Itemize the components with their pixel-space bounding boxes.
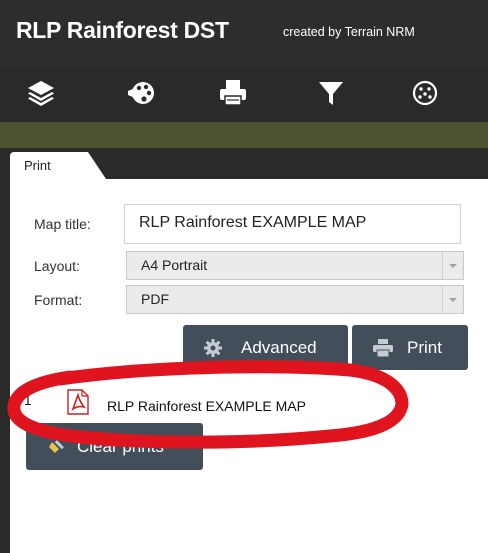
- palette-icon[interactable]: [124, 76, 158, 110]
- gear-icon: [204, 338, 222, 357]
- layout-select[interactable]: A4 Portrait: [126, 251, 464, 280]
- tab-print[interactable]: Print: [10, 152, 106, 179]
- chart-icon[interactable]: [408, 76, 442, 110]
- printer-icon[interactable]: [216, 76, 250, 110]
- chevron-down-icon[interactable]: [442, 252, 463, 279]
- layout-select-value: A4 Portrait: [141, 257, 208, 273]
- broom-icon: [49, 438, 67, 456]
- printer-icon: [373, 338, 393, 357]
- print-result-index: 1: [24, 393, 32, 408]
- print-result-link[interactable]: RLP Rainforest EXAMPLE MAP: [107, 398, 306, 414]
- advanced-button[interactable]: Advanced: [183, 325, 348, 370]
- clear-prints-label: Clear prints: [77, 436, 164, 456]
- print-button[interactable]: Print: [352, 325, 468, 370]
- filter-icon[interactable]: [314, 76, 348, 110]
- layers-icon[interactable]: [24, 76, 58, 110]
- advanced-button-label: Advanced: [241, 337, 317, 357]
- pdf-file-icon[interactable]: [66, 389, 90, 415]
- accent-band: [0, 122, 488, 148]
- tab-print-label: Print: [24, 158, 51, 173]
- title-bar: RLP Rainforest DST created by Terrain NR…: [0, 0, 488, 66]
- layout-label: Layout:: [34, 258, 80, 274]
- map-title-input[interactable]: RLP Rainforest EXAMPLE MAP: [124, 204, 461, 244]
- print-button-label: Print: [407, 337, 442, 357]
- chevron-down-icon[interactable]: [442, 286, 463, 313]
- toolbar: [0, 66, 488, 122]
- clear-prints-button[interactable]: Clear prints: [26, 423, 203, 470]
- format-label: Format:: [34, 292, 83, 308]
- format-select-value: PDF: [141, 291, 169, 307]
- map-title-label: Map title:: [34, 216, 91, 232]
- app-title: RLP Rainforest DST: [16, 17, 229, 43]
- format-select[interactable]: PDF: [126, 285, 464, 314]
- app-credit: created by Terrain NRM: [283, 25, 415, 39]
